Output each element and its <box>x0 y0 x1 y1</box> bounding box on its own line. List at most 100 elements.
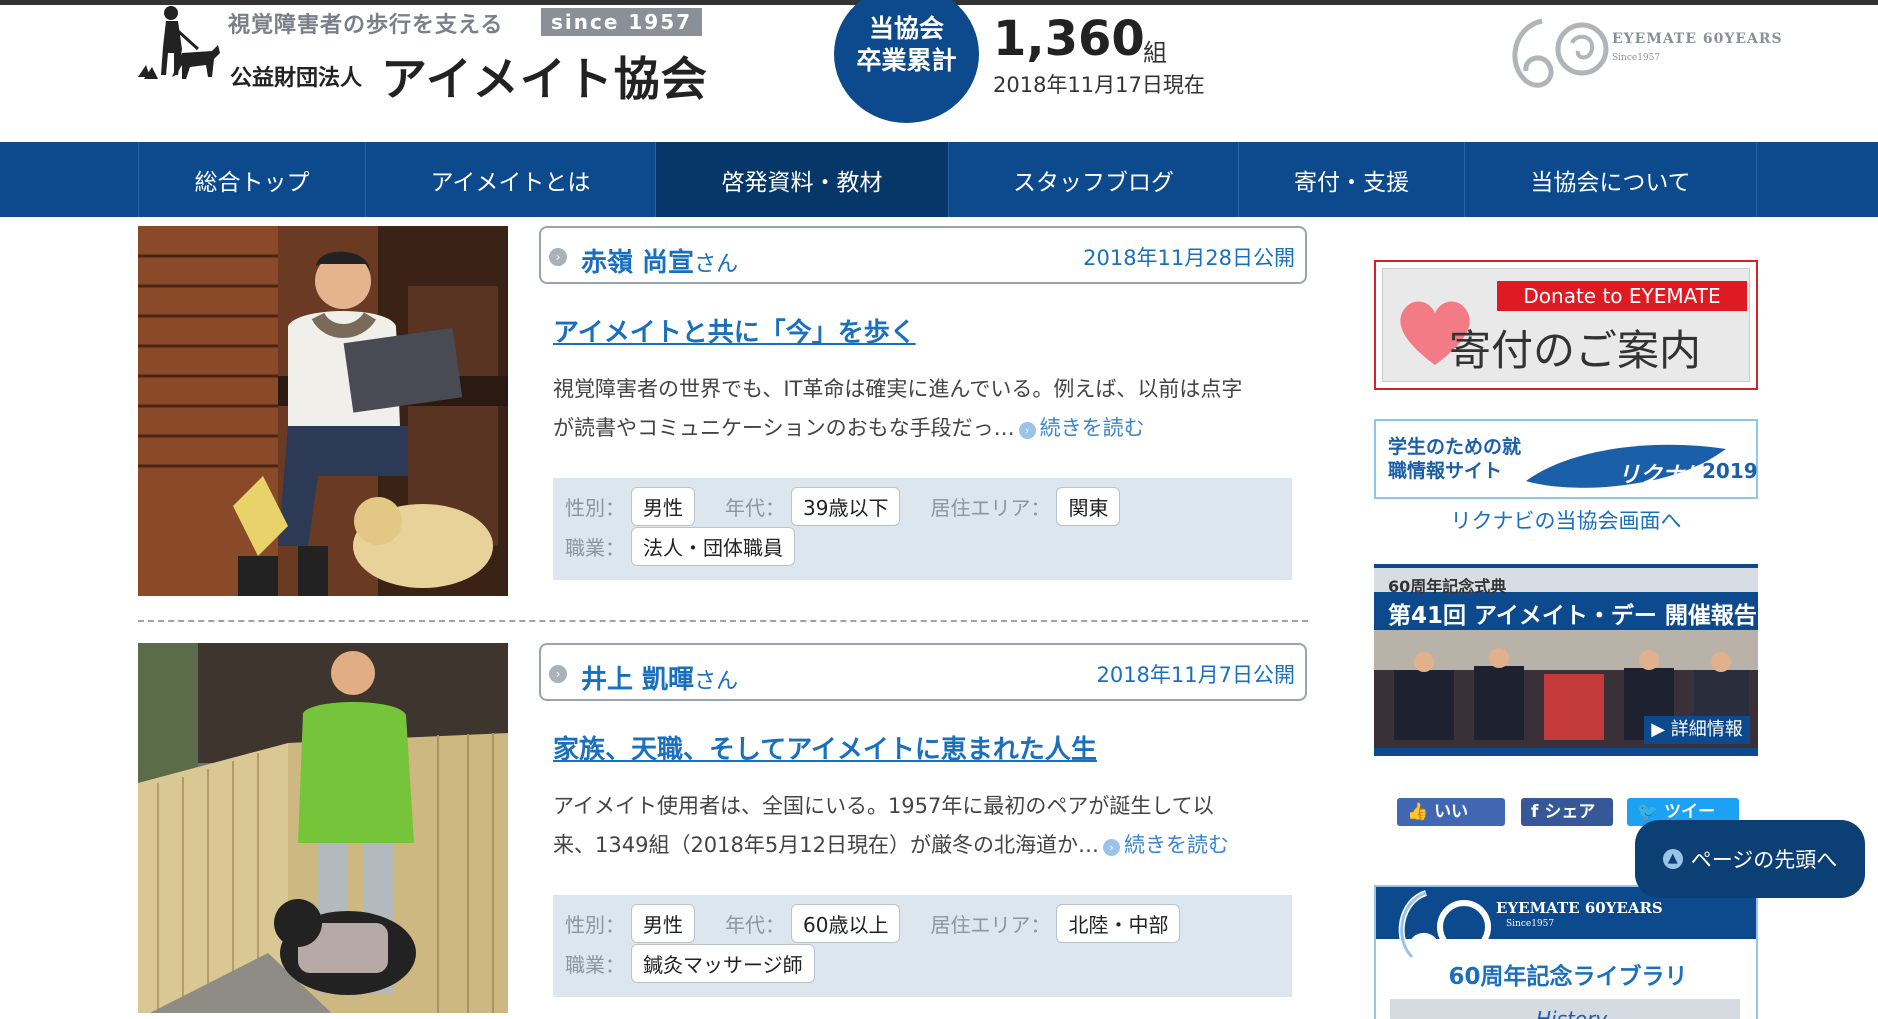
donate-banner[interactable]: Donate to EYEMATE 寄付のご案内 <box>1374 260 1758 390</box>
eyemate-60-since: Since1957 <box>1612 53 1661 63</box>
rikunabi-year: 2019 <box>1702 459 1758 483</box>
area-label: 居住エリア： <box>930 495 1051 520</box>
event-detail-button[interactable]: ▶ 詳細情報 <box>1644 716 1750 744</box>
event-report-banner[interactable]: 60周年記念式典 第41回 アイメイト・デー 開催報告 ▶ 詳細情報 <box>1374 564 1758 756</box>
person-with-guide-dog-photo <box>138 643 508 1013</box>
nav-item-about-eyemate[interactable]: アイメイトとは <box>365 142 655 217</box>
anniversary-library-label: 60周年記念ライブラリ <box>1448 964 1688 990</box>
history-label: History <box>1536 1007 1608 1019</box>
nav-item-donation[interactable]: 寄付・支援 <box>1238 142 1464 217</box>
facebook-icon: f <box>1531 802 1545 822</box>
facebook-share-button[interactable]: f シェア <box>1521 798 1613 826</box>
excerpt-text: が読書やコミュニケーションのおもな手段だっ… <box>553 416 1015 440</box>
age-tag[interactable]: 39歳以下 <box>791 486 901 526</box>
read-more-label: 続きを読む <box>1123 833 1229 857</box>
article-date: 2018年11月7日公開 <box>1096 663 1295 687</box>
guide-dog-logo-icon <box>138 6 220 79</box>
since-badge: since 1957 <box>541 8 703 36</box>
tag-row: 職業： 鍼灸マッサージ師 <box>565 943 815 983</box>
author-name: 赤嶺 尚宣 <box>581 248 695 278</box>
graduates-circle-line1: 当協会 <box>868 14 944 43</box>
arrow-up-icon: ▲ <box>1662 849 1683 869</box>
read-more-link[interactable]: › 続きを読む <box>1099 833 1229 857</box>
event-title: 第41回 アイメイト・デー 開催報告 <box>1388 603 1757 629</box>
site-header: 視覚障害者の歩行を支える since 1957 公益財団法人 アイメイト協会 当… <box>0 0 1878 141</box>
logo-tagline: 視覚障害者の歩行を支える <box>228 13 504 38</box>
facebook-like-button[interactable]: 👍 いいね！ <box>1397 798 1505 850</box>
article-author-header: › 赤嶺 尚宣さん 2018年11月28日公開 <box>539 226 1307 284</box>
anniversary-since: Since1957 <box>1506 919 1555 929</box>
arrow-right-icon: › <box>1018 422 1036 439</box>
age-label: 年代： <box>725 495 785 520</box>
back-to-top-button[interactable]: ▲ ページの先頭へ <box>1635 820 1865 898</box>
gender-tag[interactable]: 男性 <box>631 903 695 943</box>
graduates-as-of: 2018年11月17日現在 <box>993 73 1205 97</box>
share-label: シェア <box>1544 802 1596 822</box>
author-honorific: さん <box>694 669 739 694</box>
arrow-right-icon: › <box>549 665 567 683</box>
arrow-right-icon: › <box>1102 839 1120 856</box>
article-author-header: › 井上 凱暉さん 2018年11月7日公開 <box>539 643 1307 701</box>
article-tags: 性別： 男性 年代： 39歳以下 居住エリア： 関東 職業： 法人・団体職員 <box>553 478 1292 580</box>
donate-main-text: 寄付のご案内 <box>1449 326 1702 375</box>
event-subtitle: 60周年記念式典 <box>1388 577 1507 596</box>
tag-row: 性別： 男性 年代： 39歳以下 居住エリア： 関東 <box>565 486 1121 526</box>
job-tag[interactable]: 法人・団体職員 <box>631 526 795 566</box>
article-tags: 性別： 男性 年代： 60歳以上 居住エリア： 北陸・中部 職業： 鍼灸マッサー… <box>553 895 1292 997</box>
tag-row: 性別： 男性 年代： 60歳以上 居住エリア： 北陸・中部 <box>565 903 1181 943</box>
article-excerpt: 視覚障害者の世界でも、IT革命は確実に進んでいる。例えば、以前は点字 が読書やコ… <box>553 370 1313 448</box>
excerpt-line: 来、1349組（2018年5月12日現在）が厳冬の北海道か… › 続きを読む <box>553 826 1313 865</box>
article-photo[interactable] <box>138 226 508 596</box>
excerpt-line: 視覚障害者の世界でも、IT革命は確実に進んでいる。例えば、以前は点字 <box>553 377 1243 401</box>
graduates-circle: 当協会 卒業累計 <box>834 0 979 123</box>
excerpt-line: アイメイト使用者は、全国にいる。1957年に最初のペアが誕生して以 <box>553 794 1214 818</box>
arrow-right-icon: › <box>549 248 567 266</box>
graduates-unit: 組 <box>1143 39 1167 67</box>
excerpt-line: が読書やコミュニケーションのおもな手段だっ… › 続きを読む <box>553 409 1313 448</box>
article-date: 2018年11月28日公開 <box>1083 246 1295 270</box>
job-label: 職業： <box>565 952 625 977</box>
read-more-label: 続きを読む <box>1039 416 1145 440</box>
rikunabi-banner[interactable]: 学生のための就職情報サイト リクナビ 2019 <box>1374 419 1758 499</box>
nav-divider <box>1756 142 1757 217</box>
article-title-link[interactable]: アイメイトと共に「今」を歩く <box>553 312 916 349</box>
nav-item-top[interactable]: 総合トップ <box>138 142 365 217</box>
nav-item-about-us[interactable]: 当協会について <box>1464 142 1756 217</box>
tag-row: 職業： 法人・団体職員 <box>565 526 795 566</box>
twitter-bird-icon: 🐦 <box>1637 802 1665 822</box>
anniversary-title: EYEMATE 60YEARS <box>1496 899 1663 917</box>
person-with-laptop-photo <box>138 226 508 596</box>
rikunabi-text: 学生のための就職情報サイト <box>1388 436 1522 482</box>
age-label: 年代： <box>725 912 785 937</box>
donate-banner-inner: Donate to EYEMATE 寄付のご案内 <box>1382 268 1750 382</box>
back-to-top-label: ページの先頭へ <box>1690 848 1838 872</box>
org-name: アイメイト協会 <box>381 52 708 106</box>
read-more-link[interactable]: › 続きを読む <box>1015 416 1145 440</box>
article-title-link[interactable]: 家族、天職、そしてアイメイトに恵まれた人生 <box>553 729 1097 766</box>
rikunabi-link[interactable]: リクナビの当協会画面へ <box>1374 505 1758 535</box>
age-tag[interactable]: 60歳以上 <box>791 903 901 943</box>
area-tag[interactable]: 北陸・中部 <box>1056 903 1181 943</box>
article-divider <box>138 620 1308 622</box>
area-label: 居住エリア： <box>930 912 1051 937</box>
eyemate-60-title: EYEMATE 60YEARS <box>1612 31 1783 47</box>
gender-label: 性別： <box>565 912 625 937</box>
anniversary-library-banner[interactable]: EYEMATE 60YEARS Since1957 60周年記念ライブラリ Hi… <box>1374 885 1758 1019</box>
area-tag[interactable]: 関東 <box>1056 486 1121 526</box>
nav-item-staff-blog[interactable]: スタッフブログ <box>948 142 1238 217</box>
article-author[interactable]: 井上 凱暉さん <box>581 659 738 696</box>
gender-tag[interactable]: 男性 <box>631 486 695 526</box>
rikunabi-logo: リクナビ <box>1618 463 1707 488</box>
org-type: 公益財団法人 <box>230 66 363 91</box>
job-tag[interactable]: 鍼灸マッサージ師 <box>631 943 815 983</box>
article-photo[interactable] <box>138 643 508 1013</box>
site-logo[interactable]: 視覚障害者の歩行を支える since 1957 公益財団法人 アイメイト協会 <box>138 5 718 110</box>
author-name: 井上 凱暉 <box>581 665 695 695</box>
job-label: 職業： <box>565 535 625 560</box>
event-top-band: 60周年記念式典 <box>1374 564 1758 596</box>
excerpt-text: 来、1349組（2018年5月12日現在）が厳冬の北海道か… <box>553 833 1099 857</box>
article-author[interactable]: 赤嶺 尚宣さん <box>581 242 738 279</box>
graduates-count: 1,360 <box>993 11 1145 67</box>
author-honorific: さん <box>694 252 739 277</box>
nav-item-materials[interactable]: 啓発資料・教材 <box>655 142 948 217</box>
